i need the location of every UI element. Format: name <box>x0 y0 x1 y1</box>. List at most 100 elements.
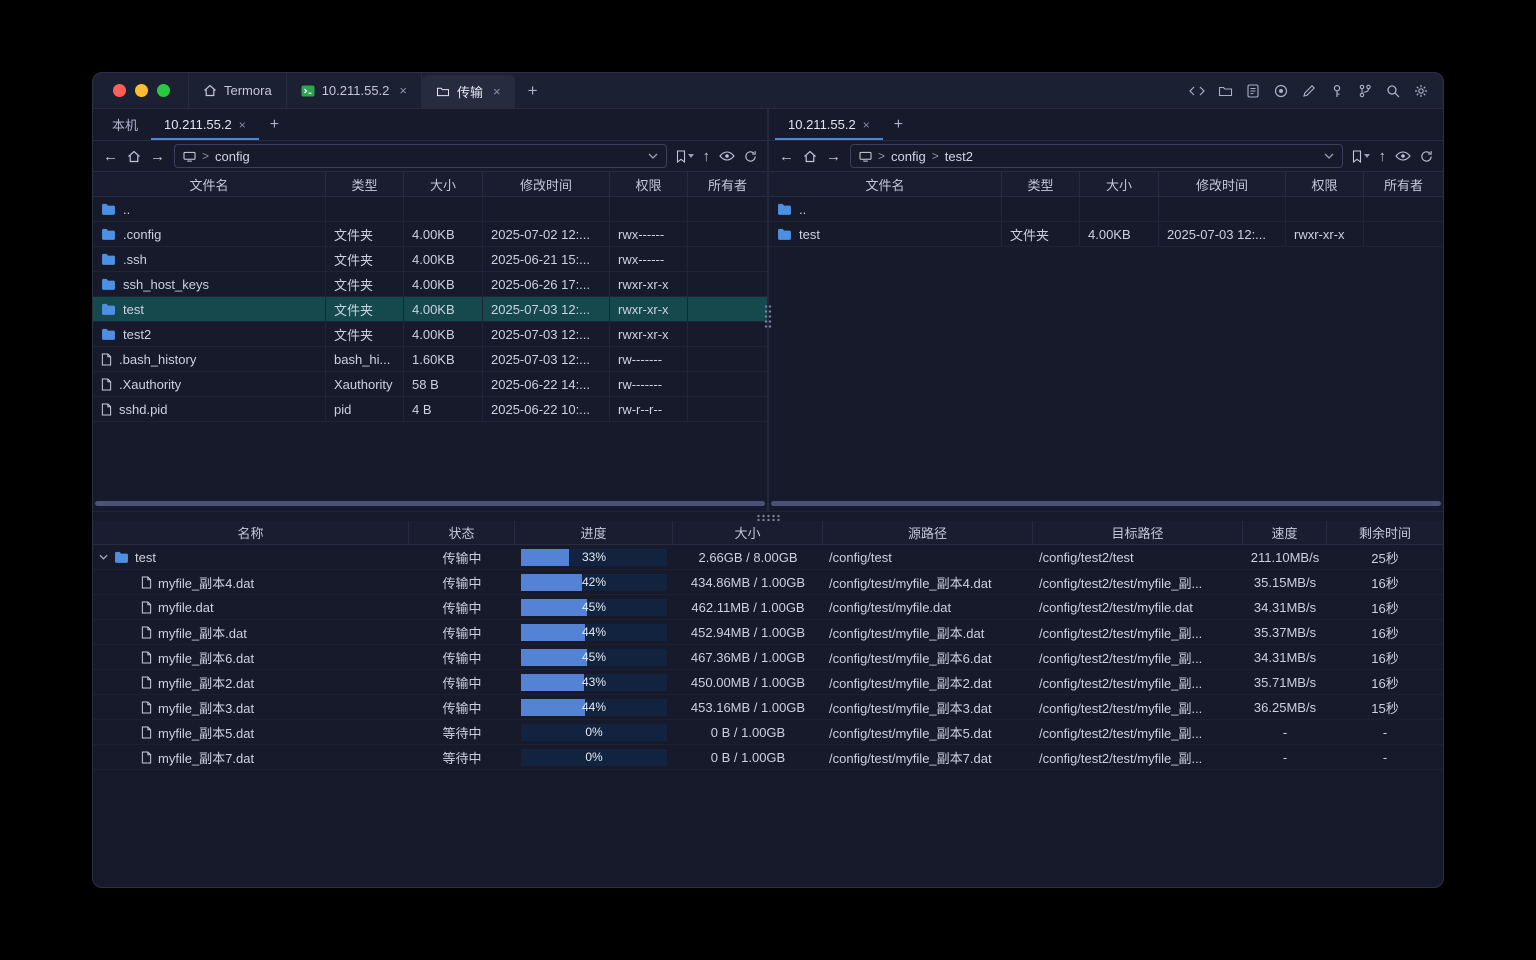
home-button[interactable] <box>803 150 817 163</box>
transfer-target-path: /config/test2/test/myfile_副... <box>1033 720 1243 744</box>
breadcrumb[interactable]: >config <box>174 144 667 168</box>
transfer-remaining-time: 16秒 <box>1327 620 1443 644</box>
column-header[interactable]: 剩余时间 <box>1327 521 1443 544</box>
horizontal-scrollbar[interactable] <box>95 501 765 506</box>
transfer-source-path: /config/test/myfile.dat <box>823 595 1033 619</box>
tab-termora[interactable]: Termora <box>188 73 287 108</box>
expand-chevron-icon[interactable] <box>99 554 108 560</box>
column-header[interactable]: 所有者 <box>688 172 767 196</box>
transfer-row[interactable]: myfile_副本.dat 传输中 44% 452.94MB / 1.00GB … <box>93 620 1443 645</box>
upload-button[interactable]: ↑ <box>703 149 711 164</box>
column-header[interactable]: 大小 <box>673 521 823 544</box>
breadcrumb-segment[interactable]: test2 <box>945 149 973 164</box>
tab-host[interactable]: 10.211.55.2 × <box>287 73 422 108</box>
transfer-row[interactable]: test 传输中 33% 2.66GB / 8.00GB /config/tes… <box>93 545 1443 570</box>
table-row[interactable]: ssh_host_keys 文件夹 4.00KB 2025-06-26 17:.… <box>93 272 767 297</box>
column-header[interactable]: 权限 <box>610 172 688 196</box>
refresh-button[interactable] <box>1420 150 1433 163</box>
breadcrumb-segment[interactable]: config <box>891 149 926 164</box>
transfer-row[interactable]: myfile.dat 传输中 45% 462.11MB / 1.00GB /co… <box>93 595 1443 620</box>
transfer-row[interactable]: myfile_副本2.dat 传输中 43% 450.00MB / 1.00GB… <box>93 670 1443 695</box>
transfer-item-name: myfile_副本4.dat <box>158 573 254 592</box>
column-header[interactable]: 大小 <box>1080 172 1159 196</box>
table-row[interactable]: test2 文件夹 4.00KB 2025-07-03 12:... rwxr-… <box>93 322 767 347</box>
breadcrumb[interactable]: >config>test2 <box>850 144 1343 168</box>
home-button[interactable] <box>127 150 141 163</box>
file-name: test <box>799 227 820 242</box>
column-header[interactable]: 大小 <box>404 172 483 196</box>
bookmark-button[interactable] <box>676 150 694 163</box>
show-hidden-button[interactable] <box>719 151 735 161</box>
forward-button[interactable]: → <box>150 149 165 164</box>
transfer-row[interactable]: myfile_副本5.dat 等待中 0% 0 B / 1.00GB /conf… <box>93 720 1443 745</box>
maximize-window-button[interactable] <box>157 84 170 97</box>
new-tab-button[interactable]: + <box>515 73 551 108</box>
column-header[interactable]: 权限 <box>1286 172 1364 196</box>
new-panel-tab-button[interactable]: + <box>259 109 290 140</box>
table-row[interactable]: .Xauthority Xauthority 58 B 2025-06-22 1… <box>93 372 767 397</box>
file-size: 4.00KB <box>404 247 483 271</box>
table-row[interactable]: test 文件夹 4.00KB 2025-07-03 12:... rwxr-x… <box>93 297 767 322</box>
column-header[interactable]: 文件名 <box>93 172 326 196</box>
back-button[interactable]: ← <box>779 149 794 164</box>
column-header[interactable]: 源路径 <box>823 521 1033 544</box>
transfer-row[interactable]: myfile_副本7.dat 等待中 0% 0 B / 1.00GB /conf… <box>93 745 1443 770</box>
chevron-down-icon[interactable] <box>1324 153 1334 159</box>
refresh-button[interactable] <box>744 150 757 163</box>
record-icon[interactable] <box>1273 83 1289 99</box>
edit-icon[interactable] <box>1301 83 1317 99</box>
column-header[interactable]: 修改时间 <box>1159 172 1286 196</box>
new-panel-tab-button[interactable]: + <box>883 109 914 140</box>
close-window-button[interactable] <box>113 84 126 97</box>
column-header[interactable]: 状态 <box>409 521 515 544</box>
transfer-row[interactable]: myfile_副本6.dat 传输中 45% 467.36MB / 1.00GB… <box>93 645 1443 670</box>
transfer-row[interactable]: myfile_副本4.dat 传输中 42% 434.86MB / 1.00GB… <box>93 570 1443 595</box>
folder-icon[interactable] <box>1217 83 1233 99</box>
column-header[interactable]: 速度 <box>1243 521 1327 544</box>
close-tab-icon[interactable]: × <box>239 118 246 132</box>
show-hidden-button[interactable] <box>1395 151 1411 161</box>
table-row[interactable]: .config 文件夹 4.00KB 2025-07-02 12:... rwx… <box>93 222 767 247</box>
branch-icon[interactable] <box>1357 83 1373 99</box>
panel-tab[interactable]: 10.211.55.2 × <box>151 109 259 140</box>
table-row[interactable]: .ssh 文件夹 4.00KB 2025-06-21 15:... rwx---… <box>93 247 767 272</box>
splitter-handle[interactable] <box>756 514 780 521</box>
close-tab-icon[interactable]: × <box>399 83 407 98</box>
file-size <box>1080 197 1159 221</box>
column-header[interactable]: 修改时间 <box>483 172 610 196</box>
column-header[interactable]: 文件名 <box>769 172 1002 196</box>
panel-tab[interactable]: 本机 <box>99 109 151 140</box>
column-header[interactable]: 所有者 <box>1364 172 1443 196</box>
minimize-window-button[interactable] <box>135 84 148 97</box>
close-tab-icon[interactable]: × <box>863 118 870 132</box>
table-row[interactable]: .. <box>769 197 1443 222</box>
search-icon[interactable] <box>1385 83 1401 99</box>
close-tab-icon[interactable]: × <box>493 84 501 99</box>
transfer-splitter[interactable] <box>93 511 1443 521</box>
column-header[interactable]: 类型 <box>326 172 404 196</box>
column-header[interactable]: 名称 <box>93 521 409 544</box>
settings-icon[interactable] <box>1413 83 1429 99</box>
table-row[interactable]: .. <box>93 197 767 222</box>
back-button[interactable]: ← <box>103 149 118 164</box>
key-icon[interactable] <box>1329 83 1345 99</box>
table-row[interactable]: test 文件夹 4.00KB 2025-07-03 12:... rwxr-x… <box>769 222 1443 247</box>
table-row[interactable]: sshd.pid pid 4 B 2025-06-22 10:... rw-r-… <box>93 397 767 422</box>
panel-tab[interactable]: 10.211.55.2 × <box>775 109 883 140</box>
column-header[interactable]: 目标路径 <box>1033 521 1243 544</box>
upload-button[interactable]: ↑ <box>1379 149 1387 164</box>
breadcrumb-segment[interactable]: config <box>215 149 250 164</box>
transfer-row[interactable]: myfile_副本3.dat 传输中 44% 453.16MB / 1.00GB… <box>93 695 1443 720</box>
column-header[interactable]: 类型 <box>1002 172 1080 196</box>
table-row[interactable]: .bash_history bash_hi... 1.60KB 2025-07-… <box>93 347 767 372</box>
window-controls <box>93 73 188 108</box>
tab-transfer[interactable]: 传输 × <box>422 75 515 108</box>
notes-icon[interactable] <box>1245 83 1261 99</box>
bookmark-button[interactable] <box>1352 150 1370 163</box>
column-header[interactable]: 进度 <box>515 521 673 544</box>
horizontal-scrollbar[interactable] <box>771 501 1441 506</box>
forward-button[interactable]: → <box>826 149 841 164</box>
chevron-down-icon[interactable] <box>648 153 658 159</box>
code-icon[interactable] <box>1189 83 1205 99</box>
file-type: 文件夹 <box>326 322 404 346</box>
